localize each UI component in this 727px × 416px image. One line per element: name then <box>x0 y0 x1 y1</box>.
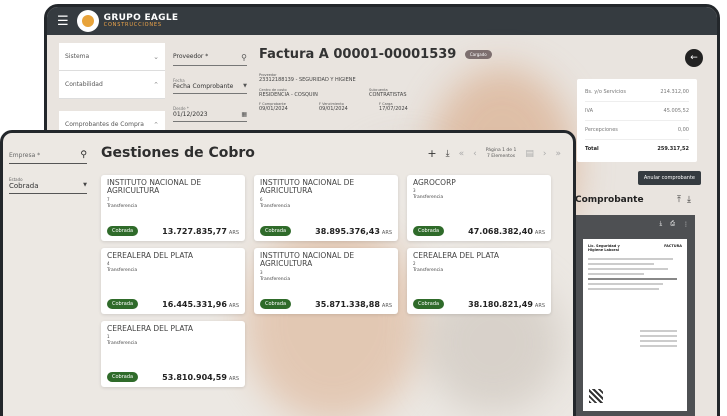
caret-down-icon: ▼ <box>243 83 247 89</box>
back-arrow-button[interactable]: ← <box>685 49 703 67</box>
next-page-icon[interactable]: › <box>543 149 547 159</box>
more-vert-icon[interactable]: ⋮ <box>683 221 689 228</box>
fecha-select[interactable]: Fecha Fecha Comprobante ▼ <box>173 76 247 94</box>
document-page: Lic. Seguridad y Higiene Laboral FACTURA <box>583 239 687 411</box>
sidebar: Sistema ⌄ Contabilidad ⌃ Comprobantes de… <box>59 43 165 139</box>
amount: 16.445.331,96 ARS <box>162 299 239 309</box>
factura-info: Proveedor 23312188139 - SEGURIDAD Y HIGI… <box>259 73 408 112</box>
comprobante-actions: ⤒⤓ <box>677 195 697 205</box>
sidebar-item-contabilidad[interactable]: Contabilidad ⌃ <box>59 71 165 99</box>
estado-select[interactable]: Estado Cobrada ▼ <box>9 177 87 194</box>
gestion-card[interactable]: INSTITUTO NACIONAL DE AGRICULTURA 6 Tran… <box>254 175 398 241</box>
pagination-info: Página 1 de 1 7 Elementos <box>485 148 517 159</box>
anular-comprobante-button[interactable]: Anular comprobante <box>637 171 701 185</box>
calendar-icon[interactable]: ▦ <box>241 111 247 118</box>
viewer-toolbar: ⤓ ⎙ ⋮ <box>575 215 695 233</box>
amount: 47.068.382,40 ARS <box>468 226 545 236</box>
amount: 53.810.904,59 ARS <box>162 372 239 382</box>
download-icon[interactable]: ⤓ <box>660 220 663 228</box>
total-row: IVA 45.005,52 <box>585 102 689 121</box>
factura-title: Factura A 00001-00001539 Cargado <box>259 47 492 62</box>
logo <box>76 10 99 32</box>
page-title: Gestiones de Cobro <box>101 145 255 161</box>
gestion-card[interactable]: CEREALERA DEL PLATA 2 Transferencia Cobr… <box>407 248 551 314</box>
status-badge: Cobrada <box>107 372 139 382</box>
amount: 38.180.821,49 ARS <box>468 299 545 309</box>
chevron-down-icon: ⌄ <box>153 52 159 61</box>
prev-page-icon[interactable]: ‹ <box>473 149 477 159</box>
qr-code <box>589 389 603 403</box>
gestion-card[interactable]: CEREALERA DEL PLATA 4 Transferencia Cobr… <box>101 248 245 314</box>
search-icon[interactable]: ⚲ <box>241 53 247 62</box>
total-row: Total 259.317,52 <box>585 146 689 152</box>
gestion-card[interactable]: INSTITUTO NACIONAL DE AGRICULTURA 3 Tran… <box>254 248 398 314</box>
last-page-icon[interactable]: » <box>555 149 561 159</box>
add-icon[interactable]: + <box>427 147 436 160</box>
total-row: Percepciones 0,00 <box>585 121 689 140</box>
status-badge: Cobrada <box>413 299 445 309</box>
gestion-card[interactable]: AGROCORP 3 Transferencia Cobrada 47.068.… <box>407 175 551 241</box>
proveedor-input[interactable]: Proveedor * ⚲ <box>173 51 247 66</box>
factura-filters: Proveedor * ⚲ Fecha Fecha Comprobante ▼ … <box>173 51 247 132</box>
gestiones-cobro-window: Empresa * ⚲ Estado Cobrada ▼ Gestiones d… <box>0 130 576 416</box>
brand: GRUPO EAGLE CONSTRUCCIONES <box>103 13 179 28</box>
upload-icon[interactable]: ⤒ <box>677 195 687 205</box>
status-badge: Cobrada <box>413 226 445 236</box>
amount: 13.727.835,77 ARS <box>162 226 239 236</box>
total-row: Bs. y/o Servicios 214.312,00 <box>585 83 689 102</box>
status-badge: Cobrada <box>107 299 139 309</box>
totals-panel: Bs. y/o Servicios 214.312,00 IVA 45.005,52… <box>577 79 697 162</box>
page-size-icon[interactable]: ▤ <box>525 149 534 159</box>
first-page-icon[interactable]: « <box>459 149 465 159</box>
search-icon[interactable]: ⚲ <box>80 150 87 160</box>
empresa-input[interactable]: Empresa * ⚲ <box>9 150 87 164</box>
desde-date-input[interactable]: Desde * 01/12/2023 ▦ <box>173 104 247 122</box>
sidebar-item-sistema[interactable]: Sistema ⌄ <box>59 43 165 71</box>
download-icon[interactable]: ⤓ <box>687 195 697 205</box>
status-badge: Cobrada <box>260 299 292 309</box>
gestion-card[interactable]: INSTITUTO NACIONAL DE AGRICULTURA 7 Tran… <box>101 175 245 241</box>
status-badge: Cobrada <box>260 226 292 236</box>
chevron-up-icon: ⌃ <box>153 120 159 129</box>
caret-down-icon: ▼ <box>83 182 87 188</box>
top-bar: ☰ GRUPO EAGLE CONSTRUCCIONES <box>47 7 717 35</box>
amount: 38.895.376,43 ARS <box>315 226 392 236</box>
status-badge: Cargado <box>464 50 492 59</box>
toolbar: + ⤓ « ‹ Página 1 de 1 7 Elementos ▤ › » <box>427 147 561 160</box>
download-icon[interactable]: ⤓ <box>446 149 450 159</box>
menu-icon[interactable]: ☰ <box>57 14 69 29</box>
status-badge: Cobrada <box>107 226 139 236</box>
chevron-up-icon: ⌃ <box>153 80 159 89</box>
amount: 35.871.338,88 ARS <box>315 299 392 309</box>
document-viewer: ⤓ ⎙ ⋮ Lic. Seguridad y Higiene Laboral F… <box>575 215 695 416</box>
gestion-card[interactable]: CEREALERA DEL PLATA 1 Transferencia Cobr… <box>101 321 245 387</box>
comprobante-title: Comprobante <box>575 195 644 205</box>
print-icon[interactable]: ⎙ <box>670 220 675 228</box>
